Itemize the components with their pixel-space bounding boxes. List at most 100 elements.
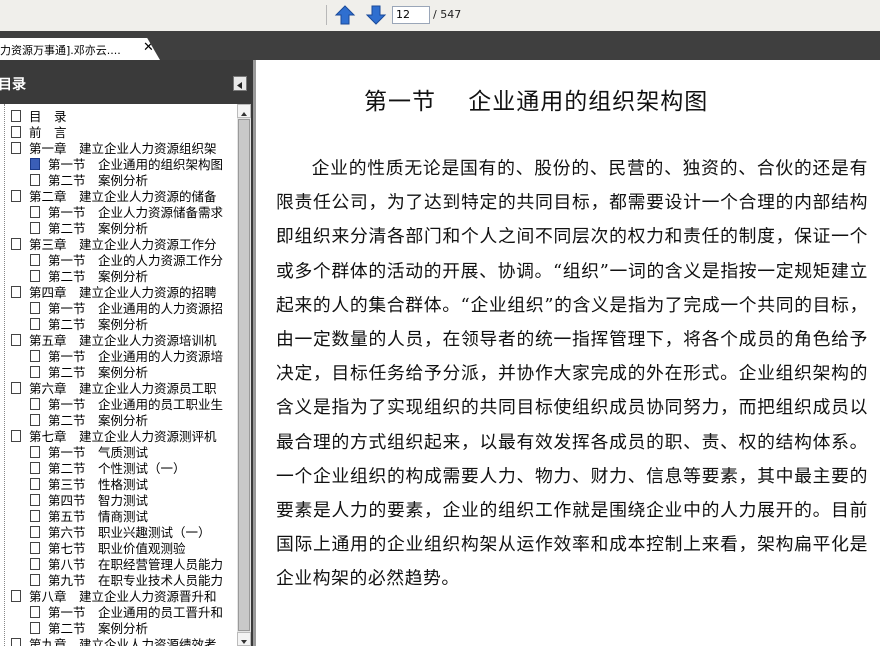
tree-scrollbar[interactable] bbox=[237, 104, 251, 646]
previous-page-button[interactable] bbox=[334, 4, 356, 26]
bookmark-item[interactable]: 第九章 建立企业人力资源绩效考 bbox=[11, 637, 217, 646]
bookmark-item[interactable]: 第八章 建立企业人力资源晋升和 bbox=[11, 589, 217, 605]
bookmark-label: 第三节 性格测试 bbox=[48, 477, 149, 492]
bookmark-page-icon bbox=[11, 430, 21, 442]
bookmark-label: 第四章 建立企业人力资源的招聘 bbox=[29, 285, 217, 300]
scroll-down-icon bbox=[241, 640, 247, 644]
bookmark-item[interactable]: 第一节 企业通用的员工晋升和 bbox=[30, 605, 223, 621]
page-edge bbox=[253, 60, 256, 646]
bookmark-item[interactable]: 第三章 建立企业人力资源工作分 bbox=[11, 237, 217, 253]
bookmark-label: 第一节 企业的人力资源工作分 bbox=[48, 253, 224, 268]
page-number-input[interactable]: 12 bbox=[392, 6, 430, 24]
bookmark-item[interactable]: 第七章 建立企业人力资源测评机 bbox=[11, 429, 217, 445]
panel-title: 目录 bbox=[0, 77, 26, 93]
bookmark-page-icon bbox=[30, 414, 40, 426]
bookmark-label: 第二节 案例分析 bbox=[48, 173, 149, 188]
bookmark-label: 第九章 建立企业人力资源绩效考 bbox=[29, 637, 217, 646]
bookmark-item[interactable]: 第七节 职业价值观测验 bbox=[30, 541, 186, 557]
bookmark-item[interactable]: 第五节 情商测试 bbox=[30, 509, 148, 525]
bookmark-label: 第六节 职业兴趣测试（一） bbox=[48, 525, 211, 540]
bookmark-label: 第二节 案例分析 bbox=[48, 317, 149, 332]
bookmark-page-icon bbox=[30, 270, 40, 282]
bookmark-item[interactable]: 第四节 智力测试 bbox=[30, 493, 148, 509]
bookmark-label: 目 录 bbox=[29, 109, 67, 124]
bookmark-item[interactable]: 第八节 在职经营管理人员能力 bbox=[30, 557, 223, 573]
bookmark-item[interactable]: 第一章 建立企业人力资源组织架 bbox=[11, 141, 217, 157]
bookmark-label: 第一节 企业通用的人力资源招 bbox=[48, 301, 224, 316]
toolbar: 12 / 547 bbox=[0, 0, 880, 32]
bookmark-page-icon bbox=[30, 318, 40, 330]
toolbar-separator bbox=[326, 5, 327, 25]
bookmark-label: 第一节 企业通用的员工晋升和 bbox=[48, 605, 224, 620]
bookmark-item[interactable]: 第六章 建立企业人力资源员工职 bbox=[11, 381, 217, 397]
bookmark-item[interactable]: 第二节 案例分析 bbox=[30, 269, 148, 285]
bookmark-page-icon bbox=[30, 478, 40, 490]
bookmark-item[interactable]: 第九节 在职专业技术人员能力 bbox=[30, 573, 223, 589]
bookmark-item[interactable]: 第二节 案例分析 bbox=[30, 621, 148, 637]
tab-bar: 力资源万事通].邓亦云.... ✕ bbox=[0, 31, 880, 60]
section-heading: 第一节 企业通用的组织架构图 bbox=[364, 89, 709, 115]
bookmark-page-icon bbox=[30, 366, 40, 378]
bookmark-item[interactable]: 第五章 建立企业人力资源培训机 bbox=[11, 333, 217, 349]
scroll-thumb[interactable] bbox=[238, 119, 250, 631]
bookmark-item[interactable]: 第四章 建立企业人力资源的招聘 bbox=[11, 285, 217, 301]
bookmark-label: 第五节 情商测试 bbox=[48, 509, 149, 524]
bookmark-item[interactable]: 第二节 案例分析 bbox=[30, 365, 148, 381]
collapse-panel-button[interactable] bbox=[233, 76, 247, 91]
bookmark-label: 第二节 案例分析 bbox=[48, 269, 149, 284]
bookmark-page-icon bbox=[30, 254, 40, 266]
bookmark-page-icon bbox=[11, 126, 21, 138]
bookmark-item[interactable]: 第二章 建立企业人力资源的储备 bbox=[11, 189, 217, 205]
bookmark-page-icon bbox=[11, 638, 21, 646]
bookmark-item[interactable]: 第二节 案例分析 bbox=[30, 317, 148, 333]
bookmark-label: 第一章 建立企业人力资源组织架 bbox=[29, 141, 217, 156]
bookmarks-panel: 目录 目 录前 言第一章 建立企业人力资源组织架 第一节 企业通用的组织架构图 第二… bbox=[0, 60, 253, 646]
bookmark-label: 第二节 案例分析 bbox=[48, 621, 149, 636]
bookmark-item[interactable]: 第二节 案例分析 bbox=[30, 413, 148, 429]
bookmark-item[interactable]: 第二节 案例分析 bbox=[30, 221, 148, 237]
bookmark-page-icon bbox=[30, 510, 40, 522]
bookmark-label: 第二章 建立企业人力资源的储备 bbox=[29, 189, 217, 204]
bookmark-page-icon bbox=[30, 574, 40, 586]
bookmark-item[interactable]: 第一节 企业通用的组织架构图 bbox=[30, 157, 223, 173]
bookmark-label: 前 言 bbox=[29, 125, 67, 140]
bookmark-page-icon bbox=[11, 110, 21, 122]
bookmark-page-icon bbox=[11, 286, 21, 298]
bookmark-item[interactable]: 第一节 气质测试 bbox=[30, 445, 148, 461]
document-tab-title: 力资源万事通].邓亦云.... bbox=[0, 44, 121, 57]
bookmark-page-icon bbox=[30, 462, 40, 474]
scroll-up-button[interactable] bbox=[237, 104, 251, 118]
bookmark-item[interactable]: 第一节 企业通用的员工职业生 bbox=[30, 397, 223, 413]
bookmark-item[interactable]: 目 录 bbox=[11, 109, 67, 125]
bookmark-item[interactable]: 第六节 职业兴趣测试（一） bbox=[30, 525, 211, 541]
bookmark-item[interactable]: 前 言 bbox=[11, 125, 67, 141]
bookmark-item[interactable]: 第一节 企业通用的人力资源培 bbox=[30, 349, 223, 365]
close-tab-icon[interactable]: ✕ bbox=[143, 40, 154, 55]
body-paragraph: 企业的性质无论是国有的、股份的、民营的、独资的、合伙的还是有限责任公司，为了达到… bbox=[276, 158, 868, 590]
bookmark-label: 第八节 在职经营管理人员能力 bbox=[48, 557, 224, 572]
bookmark-page-icon bbox=[11, 334, 21, 346]
bookmark-item[interactable]: 第二节 个性测试（一） bbox=[30, 461, 186, 477]
bookmark-item[interactable]: 第二节 案例分析 bbox=[30, 173, 148, 189]
bookmark-label: 第一节 企业通用的员工职业生 bbox=[48, 397, 224, 412]
bookmark-label: 第一节 企业通用的组织架构图 bbox=[48, 157, 224, 172]
bookmark-item[interactable]: 第三节 性格测试 bbox=[30, 477, 148, 493]
bookmark-label: 第二节 案例分析 bbox=[48, 413, 149, 428]
bookmark-page-icon bbox=[11, 590, 21, 602]
bookmark-label: 第二节 案例分析 bbox=[48, 221, 149, 236]
bookmark-page-icon bbox=[30, 526, 40, 538]
bookmark-page-icon bbox=[30, 494, 40, 506]
bookmark-label: 第一节 企业人力资源储备需求 bbox=[48, 205, 224, 220]
scroll-down-button[interactable] bbox=[237, 632, 251, 646]
bookmark-item[interactable]: 第一节 企业的人力资源工作分 bbox=[30, 253, 223, 269]
next-page-button[interactable] bbox=[365, 4, 387, 26]
bookmark-page-icon bbox=[11, 190, 21, 202]
bookmark-page-icon bbox=[30, 542, 40, 554]
document-tab[interactable]: 力资源万事通].邓亦云.... ✕ bbox=[0, 38, 160, 60]
bookmark-item[interactable]: 第一节 企业人力资源储备需求 bbox=[30, 205, 223, 221]
bookmark-page-icon bbox=[30, 350, 40, 362]
bookmark-item[interactable]: 第一节 企业通用的人力资源招 bbox=[30, 301, 223, 317]
bookmark-label: 第二节 案例分析 bbox=[48, 365, 149, 380]
bookmark-page-icon bbox=[30, 398, 40, 410]
bookmark-page-icon bbox=[30, 446, 40, 458]
